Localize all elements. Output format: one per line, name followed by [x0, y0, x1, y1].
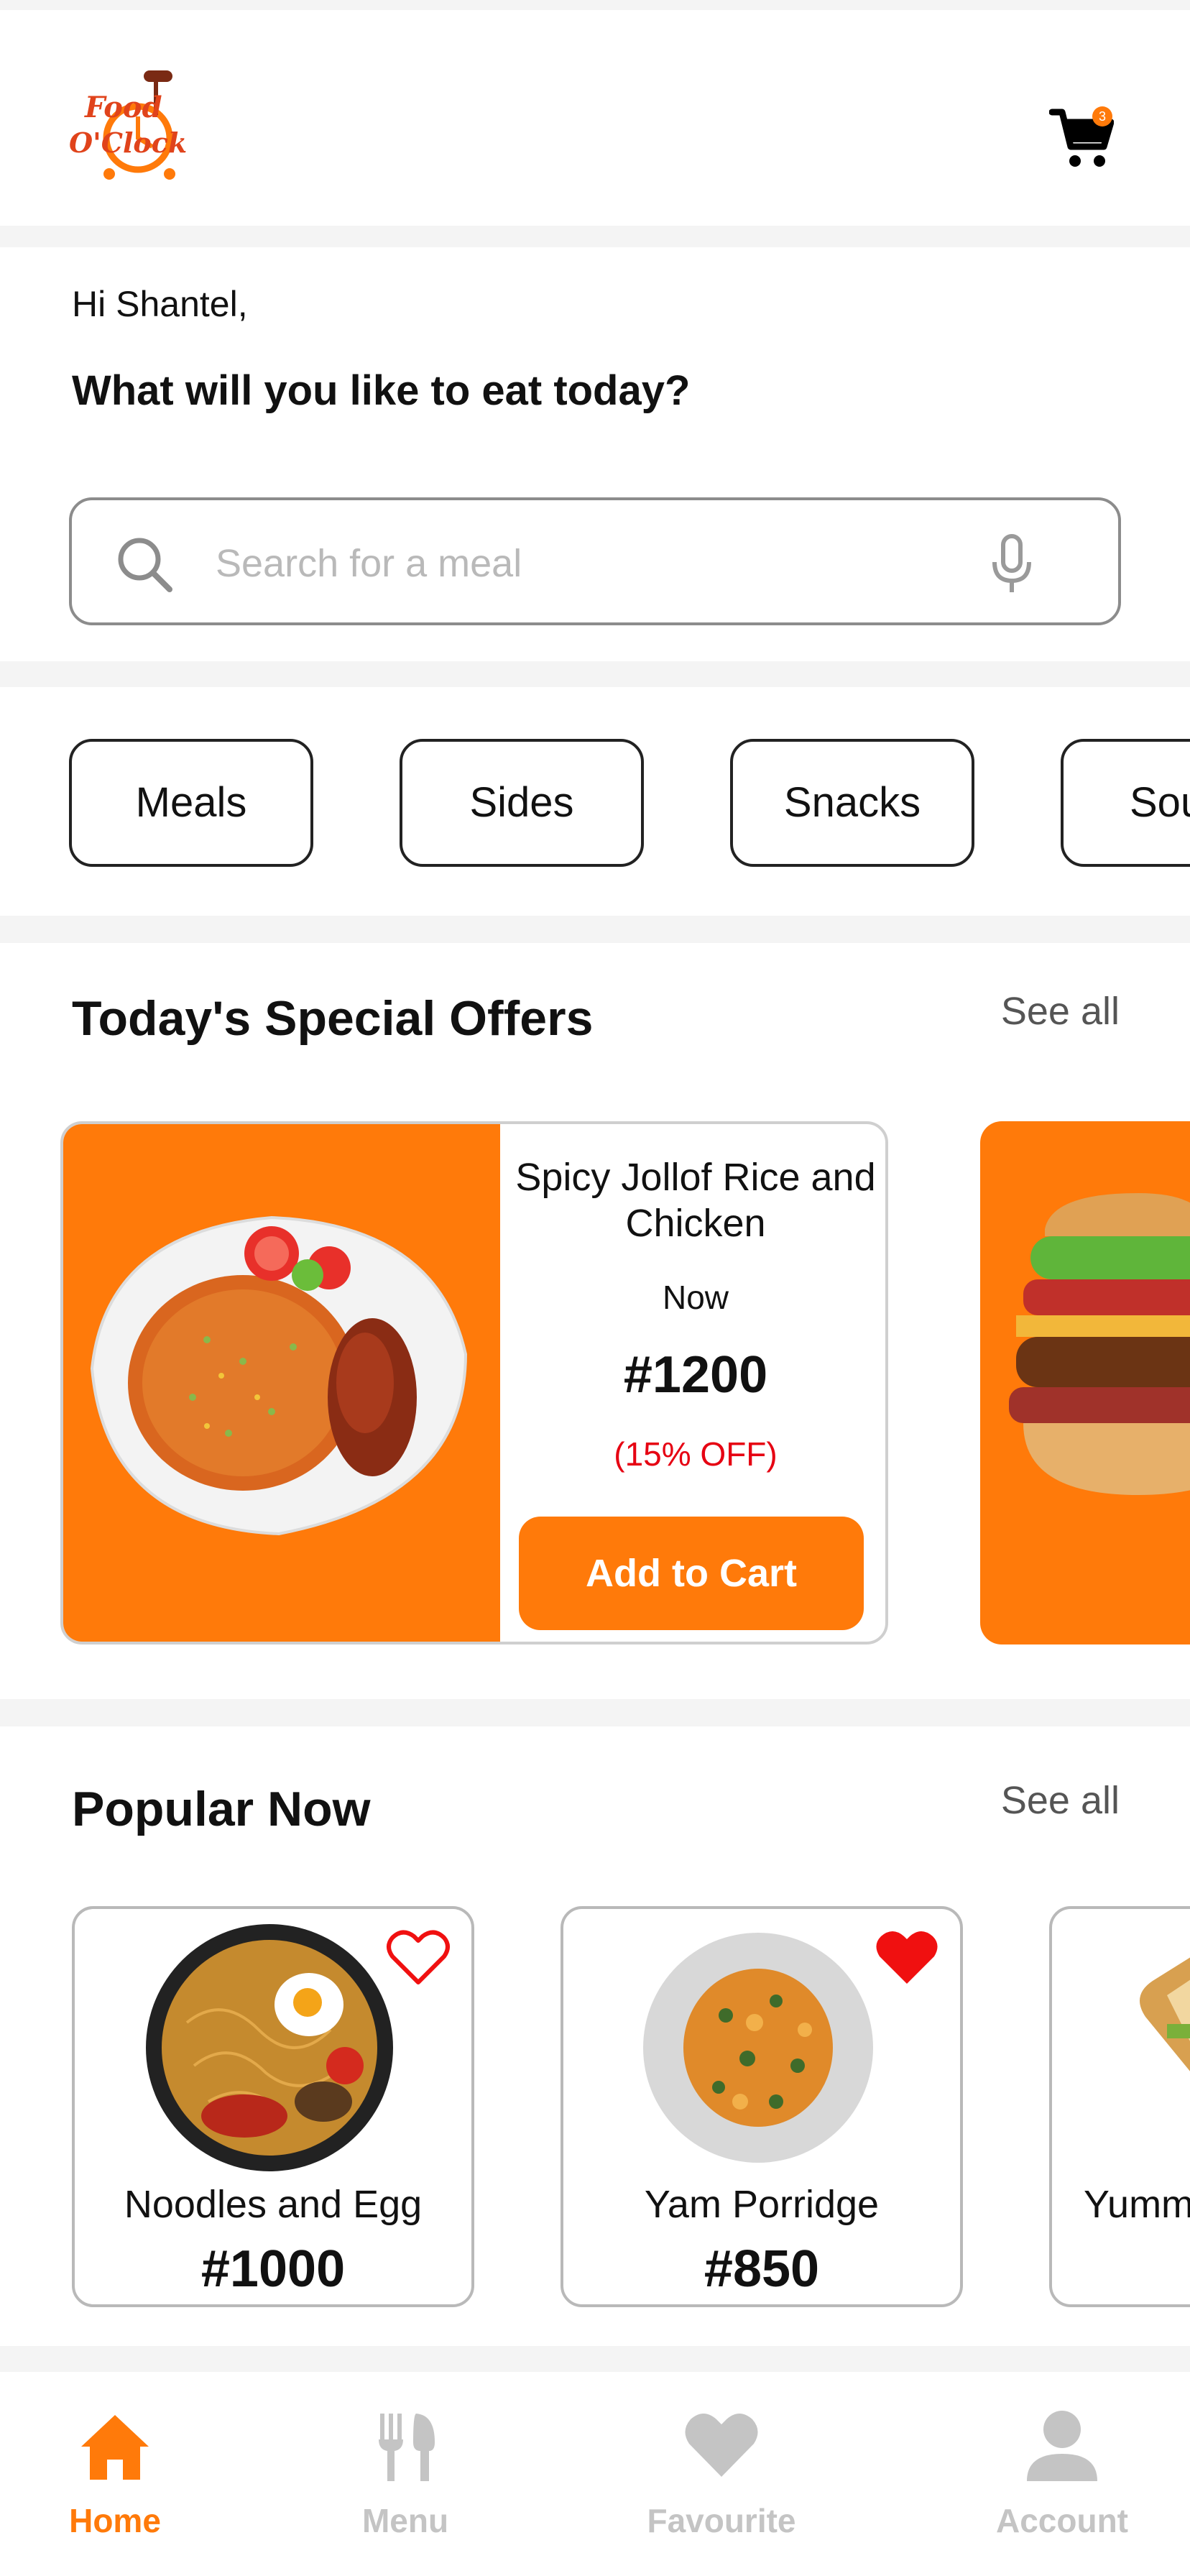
offer-price: #1200 — [623, 1346, 768, 1404]
popular-item-price: #850 — [704, 2240, 820, 2298]
popular-now-see-all-link[interactable]: See all — [1001, 1778, 1120, 1823]
category-chip-soups[interactable]: Sou — [1061, 739, 1190, 867]
popular-item-card[interactable]: Noodles and Egg #1000 — [72, 1906, 474, 2307]
popular-now-section: Popular Now See all Noodles and Egg #100… — [0, 1726, 1190, 2346]
nav-label-account: Account — [996, 2502, 1128, 2539]
popular-item-name: Noodles and Egg — [124, 2183, 423, 2226]
offer-discount: (15% OFF) — [614, 1435, 778, 1473]
nav-item-account[interactable]: Account — [969, 2406, 1156, 2564]
greeting-section: Hi Shantel, What will you like to eat to… — [0, 247, 1190, 661]
greeting-question: What will you like to eat today? — [72, 367, 691, 414]
category-chip-snacks[interactable]: Snacks — [730, 739, 974, 867]
nav-label-favourite: Favourite — [647, 2502, 796, 2539]
category-chips: Meals Sides Snacks Sou — [0, 687, 1190, 916]
heart-icon — [685, 2414, 758, 2477]
logo-word-food: Food — [85, 91, 162, 124]
utensils-icon — [379, 2414, 435, 2481]
popular-now-title: Popular Now — [72, 1782, 371, 1836]
offer-image — [63, 1124, 500, 1642]
burger-image — [1009, 1193, 1190, 1495]
offer-details: Spicy Jollof Rice and Chicken Now #1200 … — [500, 1124, 885, 1642]
add-to-cart-button[interactable]: Add to Cart — [519, 1517, 864, 1630]
nav-label-home: Home — [69, 2502, 161, 2539]
special-offers-title: Today's Special Offers — [72, 991, 594, 1046]
popular-item-card[interactable]: Yumm — [1049, 1906, 1190, 2307]
popular-item-name: Yam Porridge — [644, 2183, 880, 2226]
user-icon — [1027, 2411, 1097, 2481]
popular-item-card[interactable]: Yam Porridge #850 — [561, 1906, 963, 2307]
favourite-heart-outline-icon[interactable] — [385, 1928, 451, 1988]
offer-card-burger[interactable] — [980, 1121, 1190, 1644]
category-chip-sides[interactable]: Sides — [400, 739, 644, 867]
noodles-and-egg-image — [146, 1924, 393, 2171]
nav-item-favourite[interactable]: Favourite — [628, 2406, 815, 2564]
offer-card[interactable]: Spicy Jollof Rice and Chicken Now #1200 … — [60, 1121, 888, 1644]
cart-count-badge: 3 — [1092, 106, 1112, 126]
logo-word-oclock: O'Clock — [69, 126, 188, 159]
favourite-heart-filled-icon[interactable] — [874, 1928, 940, 1988]
search-input[interactable] — [216, 529, 1006, 598]
sandwich-image — [1140, 1957, 1190, 2071]
cart-button[interactable]: 3 — [1048, 102, 1115, 171]
popular-item-price: #1000 — [200, 2240, 346, 2298]
search-icon — [118, 538, 172, 592]
greeting-text: Hi Shantel, — [72, 284, 248, 324]
microphone-icon[interactable] — [982, 533, 1042, 595]
bottom-navigation: Home Menu Favourite Account — [0, 2372, 1190, 2576]
popular-item-name: Yumm — [1084, 2183, 1190, 2226]
nav-item-menu[interactable]: Menu — [312, 2406, 499, 2564]
nav-label-menu: Menu — [361, 2502, 449, 2539]
yam-porridge-image — [643, 1933, 873, 2163]
nav-item-home[interactable]: Home — [22, 2406, 208, 2564]
offer-name: Spicy Jollof Rice and Chicken — [515, 1156, 876, 1245]
special-offers-section: Today's Special Offers See all Spicy Jol… — [0, 943, 1190, 1699]
app-header: Food O'Clock 3 — [0, 10, 1190, 226]
search-bar[interactable] — [69, 497, 1121, 625]
home-icon — [81, 2415, 149, 2480]
special-offers-see-all-link[interactable]: See all — [1001, 989, 1120, 1034]
offer-now-label: Now — [662, 1279, 729, 1316]
category-chip-meals[interactable]: Meals — [69, 739, 313, 867]
jollof-rice-plate-image — [90, 1215, 468, 1536]
food-oclock-logo[interactable]: Food O'Clock — [69, 66, 188, 188]
